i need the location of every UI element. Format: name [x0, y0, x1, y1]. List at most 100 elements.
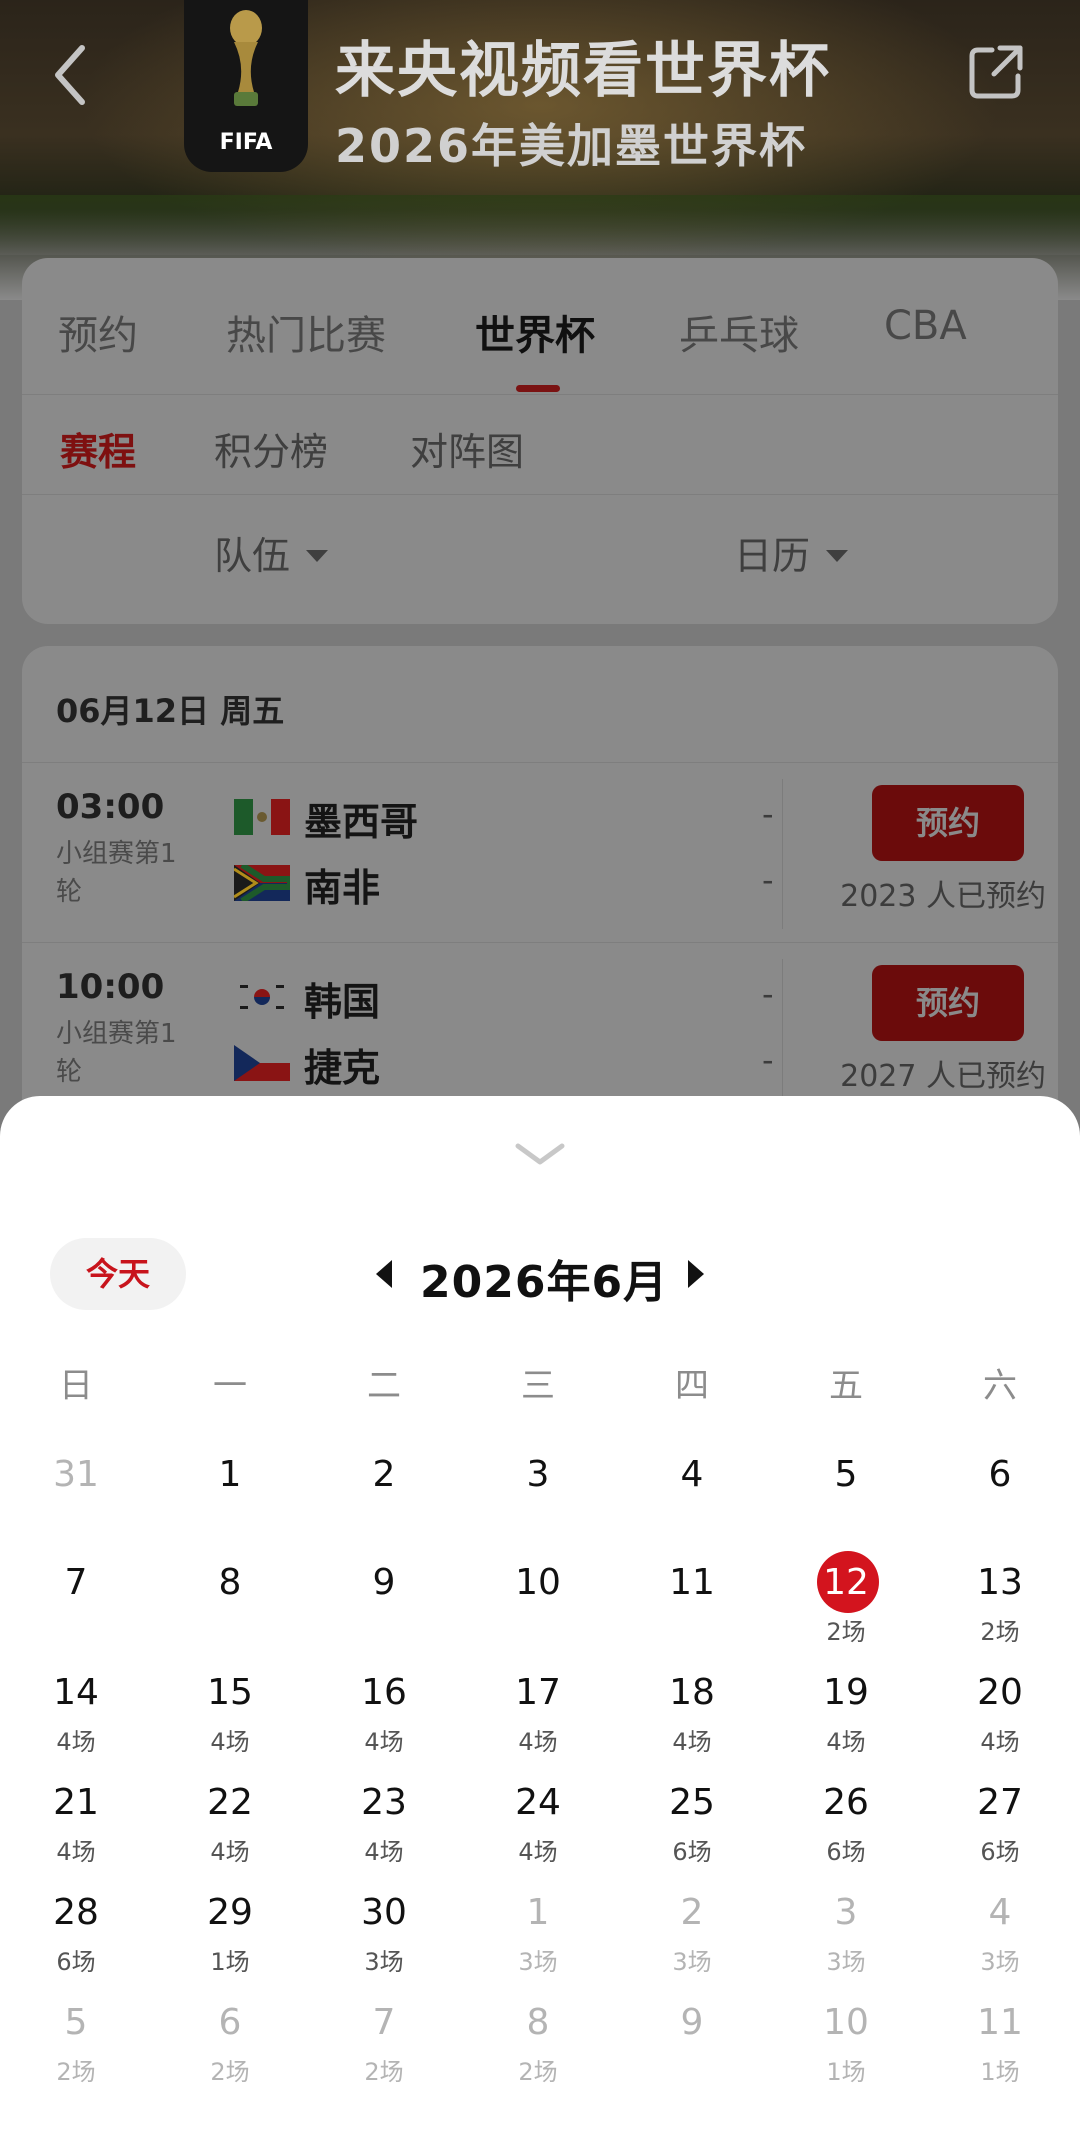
- calendar-day[interactable]: 30 3场: [334, 1884, 434, 1984]
- match-count: 4场: [364, 1728, 404, 1756]
- day-number: 3: [834, 1892, 858, 1933]
- team-filter-dropdown[interactable]: 队伍: [214, 525, 329, 580]
- calendar-day[interactable]: 26 6场: [796, 1774, 896, 1874]
- day-number: 2: [680, 1892, 704, 1933]
- day-number: 2: [372, 1454, 396, 1495]
- match-stage: 小组赛第1轮: [56, 1019, 177, 1087]
- calendar-day[interactable]: 20 4场: [950, 1664, 1050, 1764]
- calendar-day[interactable]: 21 4场: [26, 1774, 126, 1874]
- book-button[interactable]: 预约: [872, 785, 1024, 861]
- calendar-day[interactable]: 7 2场: [334, 1994, 434, 2094]
- calendar-day[interactable]: 4: [642, 1446, 742, 1546]
- calendar-day[interactable]: 10 1场: [796, 1994, 896, 2094]
- calendar-day[interactable]: 5 2场: [26, 1994, 126, 2094]
- calendar-day[interactable]: 25 6场: [642, 1774, 742, 1874]
- subtab-schedule[interactable]: 赛程: [60, 421, 136, 476]
- away-team: 捷克 -: [234, 1037, 774, 1090]
- tab-booking[interactable]: 预约: [58, 303, 138, 361]
- day-number: 8: [218, 1562, 242, 1603]
- calendar-day[interactable]: 16 4场: [334, 1664, 434, 1764]
- calendar-day[interactable]: 2 3场: [642, 1884, 742, 1984]
- mexico-flag-icon: [234, 799, 290, 835]
- calendar-day[interactable]: 4 3场: [950, 1884, 1050, 1984]
- calendar-day[interactable]: 10: [488, 1554, 588, 1654]
- weekday-label: 日: [59, 1366, 93, 1406]
- home-team: 墨西哥 -: [234, 791, 774, 844]
- match-count: 3场: [980, 1948, 1020, 1976]
- calendar-day[interactable]: 17 4场: [488, 1664, 588, 1764]
- day-number: 11: [977, 2002, 1023, 2043]
- calendar-day[interactable]: 31: [26, 1446, 126, 1546]
- subtab-standings[interactable]: 积分榜: [214, 421, 328, 476]
- calendar-day[interactable]: 23 4场: [334, 1774, 434, 1874]
- day-number: 4: [680, 1454, 704, 1495]
- share-icon[interactable]: [966, 42, 1026, 102]
- day-number: 30: [361, 1892, 407, 1933]
- match-count: 2场: [826, 1618, 866, 1646]
- calendar-day[interactable]: 1: [180, 1446, 280, 1546]
- calendar-day[interactable]: 5: [796, 1446, 896, 1546]
- calendar-day[interactable]: 3 3场: [796, 1884, 896, 1984]
- match-count: 4场: [364, 1838, 404, 1866]
- calendar-day[interactable]: 6: [950, 1446, 1050, 1546]
- day-number: 25: [669, 1782, 715, 1823]
- south-korea-flag-icon: [234, 979, 290, 1015]
- weekday-label: 二: [367, 1366, 401, 1406]
- calendar-day[interactable]: 8: [180, 1554, 280, 1654]
- calendar-day[interactable]: 1 3场: [488, 1884, 588, 1984]
- match-row[interactable]: 03:00 小组赛第1轮 墨西哥 - 南非 - 预约 2023 人已预约: [22, 762, 1058, 942]
- calendar-day[interactable]: 18 4场: [642, 1664, 742, 1764]
- subtab-bracket[interactable]: 对阵图: [410, 421, 524, 476]
- tab-world-cup[interactable]: 世界杯: [475, 303, 595, 361]
- calendar-day[interactable]: 22 4场: [180, 1774, 280, 1874]
- day-number: 10: [823, 2002, 869, 2043]
- next-month-icon[interactable]: [680, 1254, 710, 1294]
- calendar-day[interactable]: 19 4场: [796, 1664, 896, 1764]
- calendar-day[interactable]: 29 1场: [180, 1884, 280, 1984]
- match-row[interactable]: 10:00 小组赛第1轮 韩国 - 捷克 - 预约 2027 人已预约: [22, 942, 1058, 1122]
- day-number: 21: [53, 1782, 99, 1823]
- calendar-day[interactable]: 9: [334, 1554, 434, 1654]
- caret-down-icon: [826, 549, 849, 562]
- schedule-date: 06月12日 周五: [56, 692, 285, 730]
- header-title: 来央视频看世界杯: [335, 36, 831, 106]
- day-number: 26: [823, 1782, 869, 1823]
- calendar-day[interactable]: 14 4场: [26, 1664, 126, 1764]
- day-number: 6: [218, 2002, 242, 2043]
- day-number: 7: [372, 2002, 396, 2043]
- calendar-day[interactable]: 15 4场: [180, 1664, 280, 1764]
- calendar-day[interactable]: 27 6场: [950, 1774, 1050, 1874]
- day-number: 18: [669, 1672, 715, 1713]
- weekday-label: 一: [213, 1366, 247, 1406]
- team-score: -: [762, 861, 774, 899]
- calendar-day-selected[interactable]: 12 2场: [796, 1551, 896, 1654]
- calendar-day[interactable]: 9: [642, 1994, 742, 2094]
- collapse-chevron-icon[interactable]: [512, 1138, 568, 1168]
- calendar-day[interactable]: 7: [26, 1554, 126, 1654]
- divider: [782, 959, 783, 1109]
- book-button[interactable]: 预约: [872, 965, 1024, 1041]
- calendar-day[interactable]: 24 4场: [488, 1774, 588, 1874]
- team-score: -: [762, 1041, 774, 1079]
- calendar-day[interactable]: 6 2场: [180, 1994, 280, 2094]
- weekday-label: 六: [983, 1366, 1017, 1406]
- tab-hot-matches[interactable]: 热门比赛: [226, 303, 386, 361]
- day-number: 16: [361, 1672, 407, 1713]
- calendar-day[interactable]: 13 2场: [950, 1554, 1050, 1654]
- calendar-day[interactable]: 2: [334, 1446, 434, 1546]
- calendar-day[interactable]: 11: [642, 1554, 742, 1654]
- calendar-day[interactable]: 28 6场: [26, 1884, 126, 1984]
- match-count: 3场: [826, 1948, 866, 1976]
- calendar-filter-dropdown[interactable]: 日历: [734, 525, 849, 580]
- calendar-day[interactable]: 3: [488, 1446, 588, 1546]
- calendar-day[interactable]: 8 2场: [488, 1994, 588, 2094]
- prev-month-icon[interactable]: [370, 1254, 400, 1294]
- calendar-day[interactable]: 11 1场: [950, 1994, 1050, 2094]
- back-icon[interactable]: [50, 40, 100, 110]
- tab-cba[interactable]: CBA: [884, 303, 967, 349]
- filter-bar: 队伍 日历: [22, 494, 1058, 606]
- tab-table-tennis[interactable]: 乒乓球: [679, 303, 799, 361]
- day-number: 13: [977, 1562, 1023, 1603]
- day-number: 1: [526, 1892, 550, 1933]
- today-button[interactable]: 今天: [50, 1238, 186, 1310]
